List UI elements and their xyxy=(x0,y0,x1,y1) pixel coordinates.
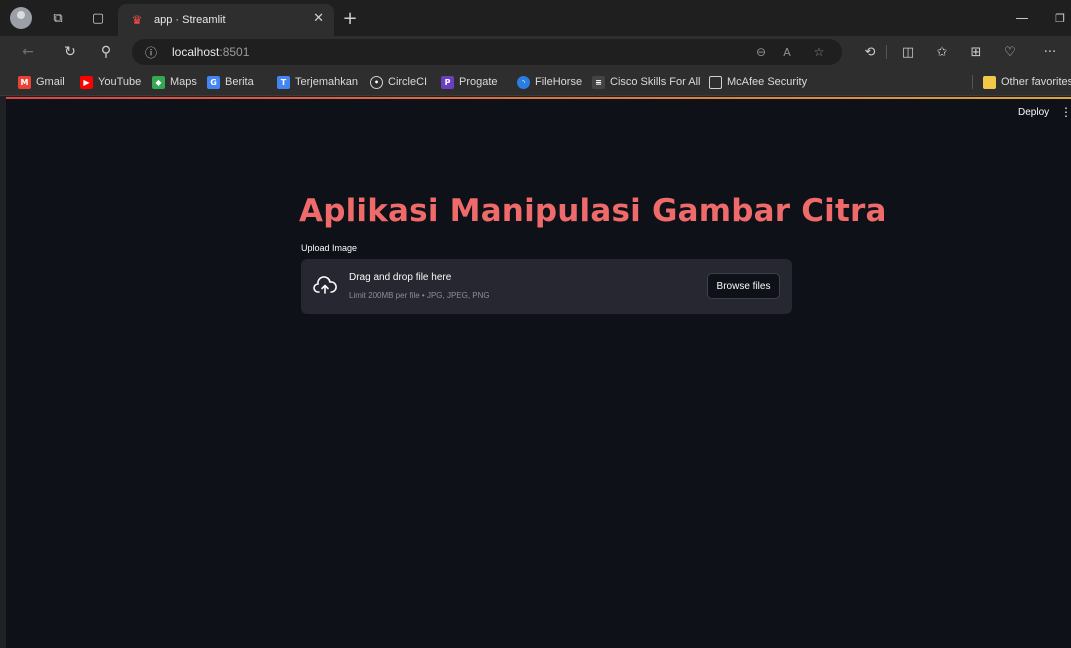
url-text[interactable]: localhost:8501 xyxy=(172,45,249,59)
split-screen-icon[interactable]: ◫ xyxy=(898,42,918,62)
bookmark-label: Berita xyxy=(225,76,254,88)
page-title: Aplikasi Manipulasi Gambar Citra xyxy=(299,193,887,229)
bookmark-filehorse[interactable]: ◝ FileHorse xyxy=(517,74,582,90)
address-bar[interactable]: ⓘ localhost:8501 ⊖ A ☆ xyxy=(132,39,842,65)
bookmark-label: YouTube xyxy=(98,76,142,88)
bookmark-berita[interactable]: G Berita xyxy=(207,74,254,90)
bookmark-label: FileHorse xyxy=(535,76,583,88)
bookmark-label: CircleCI xyxy=(388,76,428,88)
bookmark-label: Progate xyxy=(459,76,498,88)
tab-close-icon[interactable]: ✕ xyxy=(313,11,324,26)
new-tab-icon[interactable]: + xyxy=(340,8,360,29)
navigation-bar: ← ↻ ⚲ ⓘ localhost:8501 ⊖ A ☆ ⟲ ◫ ✩ ⊞ ♡ ·… xyxy=(0,36,1071,68)
collections-icon[interactable]: ⊞ xyxy=(966,42,986,62)
bookmark-other-favorites[interactable]: Other favorites xyxy=(983,74,1071,90)
bookmark-progate[interactable]: P Progate xyxy=(441,74,498,90)
back-icon[interactable]: ← xyxy=(18,42,38,62)
favorites-icon[interactable]: ✩ xyxy=(932,42,952,62)
site-info-icon[interactable]: ⓘ xyxy=(142,43,160,61)
tab-title: app · Streamlit xyxy=(154,14,226,26)
document-icon xyxy=(709,75,722,89)
bookmark-label: Cisco Skills For All xyxy=(610,76,701,88)
browse-files-button[interactable]: Browse files xyxy=(707,273,780,299)
bookmarks-divider xyxy=(972,75,973,89)
app-page: Deploy ⋮ Aplikasi Manipulasi Gambar Citr… xyxy=(0,97,1071,648)
progate-icon: P xyxy=(441,75,454,89)
workspaces-icon[interactable]: ⧉ xyxy=(48,8,68,28)
dropzone-title: Drag and drop file here xyxy=(349,272,452,283)
main-menu-icon[interactable]: ⋮ xyxy=(1060,105,1071,119)
zoom-icon[interactable]: ⊖ xyxy=(752,43,770,61)
reload-icon[interactable]: ↻ xyxy=(60,42,80,62)
upload-label: Upload Image xyxy=(301,243,358,253)
bookmarks-bar: M Gmail ▶ YouTube ◆ Maps G Berita T Terj… xyxy=(0,68,1071,96)
news-icon: G xyxy=(207,75,220,89)
bookmark-label: Maps xyxy=(170,76,197,88)
bookmark-cisco[interactable]: ≡ Cisco Skills For All xyxy=(592,74,700,90)
folder-icon xyxy=(983,75,996,89)
extensions-icon[interactable]: ⟲ xyxy=(860,42,880,62)
streamlit-header-decoration xyxy=(6,97,1071,99)
toolbar-divider xyxy=(886,45,887,59)
more-options-icon[interactable]: ··· xyxy=(1040,42,1060,62)
restore-icon[interactable]: ❐ xyxy=(1050,8,1070,28)
read-aloud-icon[interactable]: A xyxy=(778,43,796,61)
browser-window: ⧉ ▢ ♛ app · Streamlit ✕ + — ❐ ← ↻ ⚲ ⓘ lo… xyxy=(0,0,1071,648)
browser-essentials-icon[interactable]: ♡ xyxy=(1000,42,1020,62)
url-host: localhost xyxy=(172,45,220,59)
maps-icon: ◆ xyxy=(152,75,165,89)
profile-avatar-icon[interactable] xyxy=(10,7,32,29)
bookmark-gmail[interactable]: M Gmail xyxy=(18,74,65,90)
bookmark-maps[interactable]: ◆ Maps xyxy=(152,74,197,90)
bookmark-label: Other favorites xyxy=(1001,76,1071,88)
gmail-icon: M xyxy=(18,75,31,89)
vertical-tabs-icon[interactable]: ▢ xyxy=(88,8,108,28)
streamlit-crown-icon: ♛ xyxy=(131,13,143,27)
bookmark-label: Gmail xyxy=(36,76,65,88)
cloud-upload-icon xyxy=(313,276,337,294)
youtube-icon: ▶ xyxy=(80,75,93,89)
filehorse-icon: ◝ xyxy=(517,75,530,89)
bookmark-mcafee[interactable]: McAfee Security xyxy=(709,74,807,90)
tab-bar: ⧉ ▢ ♛ app · Streamlit ✕ + — ❐ xyxy=(0,0,1071,36)
favorite-star-icon[interactable]: ☆ xyxy=(810,43,828,61)
dropzone-limit-text: Limit 200MB per file • JPG, JPEG, PNG xyxy=(349,291,490,300)
translate-icon: T xyxy=(277,75,290,89)
search-icon[interactable]: ⚲ xyxy=(96,42,116,62)
file-dropzone[interactable]: Drag and drop file here Limit 200MB per … xyxy=(301,259,792,314)
tab-active[interactable]: ♛ app · Streamlit ✕ xyxy=(118,4,334,36)
bookmark-youtube[interactable]: ▶ YouTube xyxy=(80,74,141,90)
minimize-icon[interactable]: — xyxy=(1012,8,1032,28)
bookmark-terjemahkan[interactable]: T Terjemahkan xyxy=(277,74,358,90)
bookmark-circleci[interactable]: • CircleCI xyxy=(370,74,427,90)
url-port: :8501 xyxy=(219,45,250,59)
circleci-icon: • xyxy=(370,75,383,89)
cisco-icon: ≡ xyxy=(592,75,605,89)
bookmark-label: McAfee Security xyxy=(727,76,808,88)
deploy-button[interactable]: Deploy xyxy=(1018,107,1049,118)
bookmark-label: Terjemahkan xyxy=(295,76,358,88)
